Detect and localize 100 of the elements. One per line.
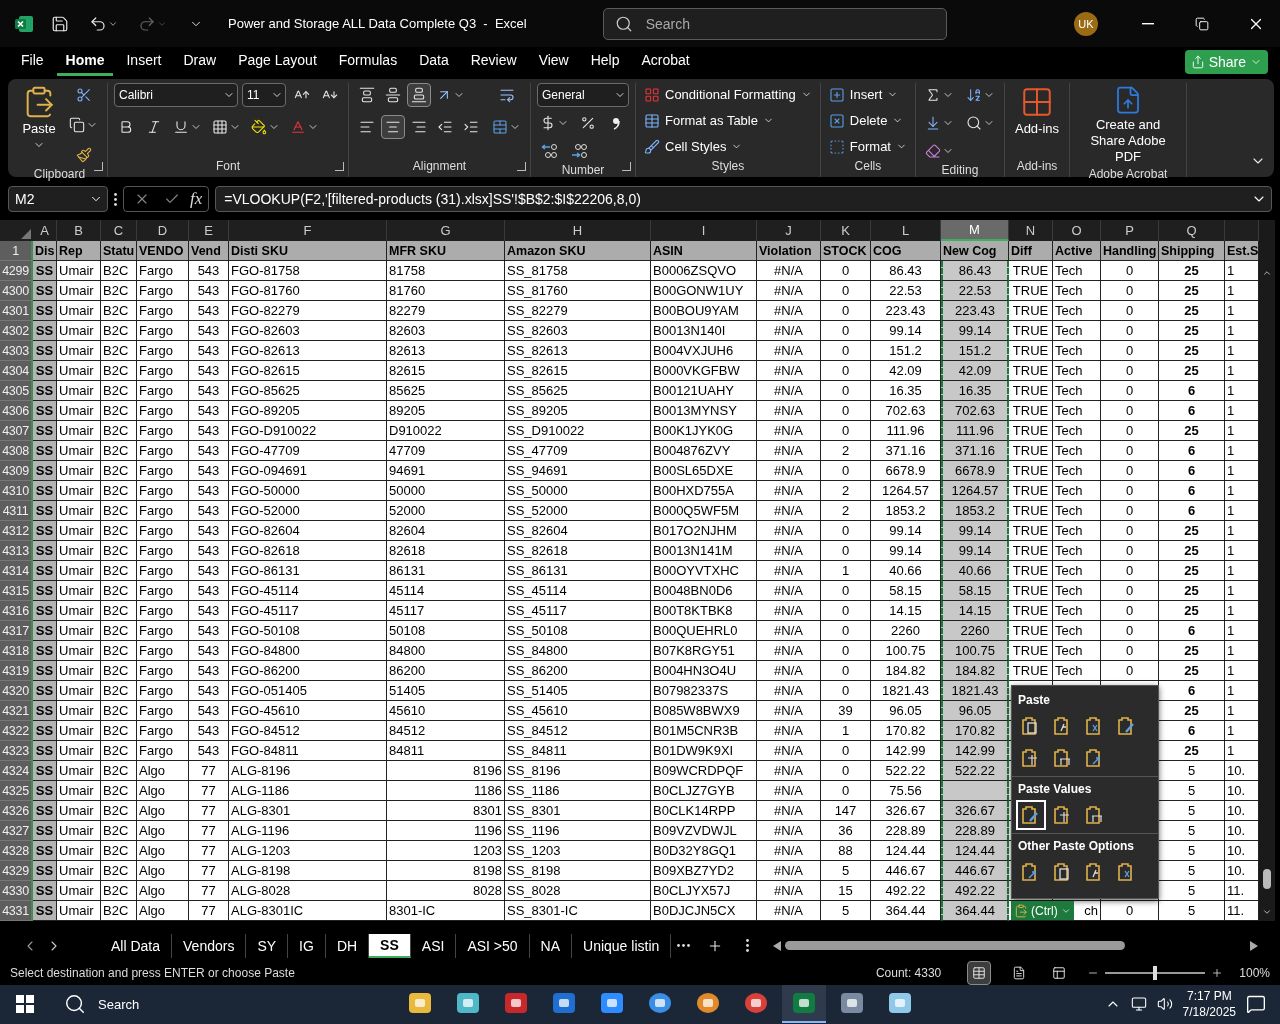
font-size-dropdown[interactable]: 11 bbox=[242, 82, 286, 107]
row-number[interactable]: 4328 bbox=[0, 841, 33, 862]
paste-options-button[interactable]: (Ctrl) bbox=[1011, 901, 1074, 921]
table-cell: 6 bbox=[1159, 441, 1225, 462]
styles-menu-button[interactable]: Cell Styles bbox=[642, 134, 814, 159]
row-number[interactable]: 4311 bbox=[0, 501, 33, 522]
column-header[interactable]: K bbox=[821, 220, 871, 242]
row-number[interactable]: 4309 bbox=[0, 461, 33, 482]
column-header[interactable]: I bbox=[651, 220, 757, 242]
cells-menu-button[interactable]: Format bbox=[826, 134, 909, 159]
clock-time[interactable]: 7:17 PM bbox=[1186, 988, 1232, 1005]
ribbon-tab[interactable]: View bbox=[529, 47, 578, 76]
column-header[interactable]: P bbox=[1101, 220, 1159, 242]
row-number[interactable]: 4313 bbox=[0, 541, 33, 562]
row-number[interactable]: 4312 bbox=[0, 521, 33, 542]
create-pdf-button[interactable]: Create and Share Adobe PDF bbox=[1076, 82, 1181, 167]
column-header[interactable]: F bbox=[229, 220, 387, 242]
cells-menu-button[interactable]: Insert bbox=[826, 82, 909, 107]
row-number[interactable]: 4331 bbox=[0, 901, 33, 922]
column-header[interactable]: O bbox=[1053, 220, 1101, 242]
zoom-percent[interactable]: 100% bbox=[1239, 965, 1270, 980]
search-field[interactable]: Search bbox=[602, 7, 947, 40]
table-cell: FGO-84512 bbox=[229, 721, 387, 742]
sheet-tab[interactable]: All Data bbox=[100, 933, 173, 958]
ribbon-tab[interactable]: Review bbox=[461, 47, 526, 76]
column-header[interactable]: M bbox=[941, 220, 1009, 242]
row-number[interactable]: 4302 bbox=[0, 321, 33, 342]
sheet-tab[interactable]: Vendors bbox=[172, 933, 247, 958]
row-number[interactable]: 4307 bbox=[0, 421, 33, 442]
column-header[interactable]: N bbox=[1009, 220, 1053, 242]
taskbar-search[interactable]: Search bbox=[50, 993, 350, 1016]
row-number[interactable]: 4299 bbox=[0, 261, 33, 282]
ribbon-tab[interactable]: File bbox=[12, 47, 53, 76]
sheet-tab[interactable]: SS bbox=[369, 933, 411, 958]
row-number[interactable]: 4304 bbox=[0, 361, 33, 382]
row-number[interactable]: 4317 bbox=[0, 621, 33, 642]
column-header[interactable]: D bbox=[137, 220, 189, 242]
formula-field[interactable]: =VLOOKUP(F2,'[filtered-products (31).xlsx]SS'!$B$2:$I$22206,8,0) bbox=[215, 186, 1272, 213]
row-number[interactable]: 4308 bbox=[0, 441, 33, 462]
sheet-tab[interactable]: IG bbox=[288, 933, 326, 958]
row-number[interactable]: 4315 bbox=[0, 581, 33, 602]
paste-button[interactable]: Paste bbox=[18, 82, 60, 153]
ribbon-tab[interactable]: Acrobat bbox=[632, 47, 699, 76]
sheet-tab[interactable]: ASI bbox=[410, 933, 457, 958]
column-header[interactable]: Q bbox=[1159, 220, 1225, 242]
column-header[interactable]: E bbox=[189, 220, 229, 242]
row-number[interactable]: 4323 bbox=[0, 741, 33, 762]
row-number[interactable]: 4314 bbox=[0, 561, 33, 582]
table-cell: FGO-85625 bbox=[229, 381, 387, 402]
row-number[interactable]: 4319 bbox=[0, 661, 33, 682]
styles-menu-button[interactable]: Format as Table bbox=[642, 108, 814, 133]
sheet-tab[interactable]: Unique listin bbox=[572, 933, 672, 958]
row-number[interactable]: 4300 bbox=[0, 281, 33, 302]
row-number[interactable]: 4306 bbox=[0, 401, 33, 422]
row-number[interactable]: 4316 bbox=[0, 601, 33, 622]
styles-menu-button[interactable]: Conditional Formatting bbox=[642, 82, 814, 107]
ribbon-tab[interactable]: Insert bbox=[117, 47, 171, 76]
cells-menu-button[interactable]: Delete bbox=[826, 108, 909, 133]
ribbon-tab[interactable]: Help bbox=[581, 47, 629, 76]
table-cell: 0 bbox=[821, 641, 871, 662]
table-cell: B004876ZVY bbox=[651, 441, 757, 462]
ribbon-tab[interactable]: Data bbox=[410, 47, 458, 76]
sheet-tab[interactable]: SY bbox=[246, 933, 289, 958]
ribbon-tab[interactable]: Draw bbox=[174, 47, 226, 76]
ribbon-tab[interactable]: Home bbox=[56, 47, 114, 76]
table-cell: 543 bbox=[189, 441, 229, 462]
row-number[interactable]: 1 bbox=[0, 241, 33, 262]
number-format-dropdown[interactable]: General bbox=[537, 82, 629, 107]
clock-date[interactable]: 7/18/2025 bbox=[1182, 1004, 1236, 1021]
column-header[interactable]: H bbox=[505, 220, 651, 242]
add-ins-button[interactable]: Add-ins bbox=[1010, 82, 1064, 139]
row-number[interactable]: 4320 bbox=[0, 681, 33, 702]
row-number[interactable]: 4330 bbox=[0, 881, 33, 902]
column-header[interactable]: A bbox=[33, 220, 57, 242]
column-header[interactable]: L bbox=[871, 220, 941, 242]
row-number[interactable]: 4310 bbox=[0, 481, 33, 502]
ribbon-tab[interactable]: Page Layout bbox=[229, 47, 326, 76]
row-number[interactable]: 4318 bbox=[0, 641, 33, 662]
row-number[interactable]: 4324 bbox=[0, 761, 33, 782]
row-number[interactable]: 4327 bbox=[0, 821, 33, 842]
row-number[interactable]: 4322 bbox=[0, 721, 33, 742]
row-number[interactable]: 4301 bbox=[0, 301, 33, 322]
name-box[interactable]: M2 bbox=[8, 186, 108, 213]
user-avatar[interactable]: UK bbox=[1074, 11, 1098, 36]
column-header[interactable]: C bbox=[101, 220, 137, 242]
sheet-tab[interactable]: ASI >50 bbox=[456, 933, 530, 958]
table-cell: 6 bbox=[1159, 461, 1225, 482]
row-number[interactable]: 4321 bbox=[0, 701, 33, 722]
column-header[interactable]: B bbox=[57, 220, 101, 242]
row-number[interactable]: 4329 bbox=[0, 861, 33, 882]
insert-function-button[interactable]: fx bbox=[190, 189, 203, 210]
row-number[interactable]: 4325 bbox=[0, 781, 33, 802]
font-name-dropdown[interactable]: Calibri bbox=[114, 82, 238, 107]
row-number[interactable]: 4303 bbox=[0, 341, 33, 362]
column-header[interactable]: J bbox=[757, 220, 821, 242]
row-number[interactable]: 4326 bbox=[0, 801, 33, 822]
ribbon-tab[interactable]: Formulas bbox=[329, 47, 407, 76]
sheet-tab[interactable]: NA bbox=[529, 933, 573, 958]
row-number[interactable]: 4305 bbox=[0, 381, 33, 402]
column-header[interactable]: G bbox=[387, 220, 505, 242]
